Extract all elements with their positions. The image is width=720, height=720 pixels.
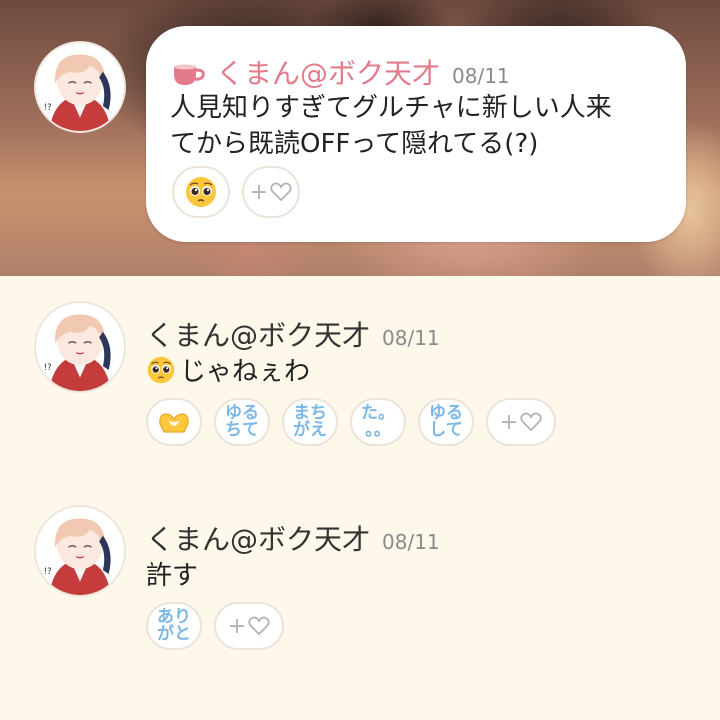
pleading-face-emoji	[147, 356, 175, 384]
post-text-line: 人見知りすぎてグルチャに新しい人来	[170, 93, 612, 123]
reaction-bar: ゆる ちて まち がえ た。 。。 ゆる して +	[146, 398, 568, 446]
reaction-bar: +	[172, 166, 312, 218]
add-reaction-label: +	[499, 409, 519, 435]
reaction-chip-pleading[interactable]	[172, 166, 230, 218]
add-reaction-label: +	[227, 613, 247, 639]
avatar[interactable]: !?	[34, 41, 126, 133]
message-date: 08/11	[382, 530, 440, 554]
message-row: くまん@ボク天才 08/11	[146, 314, 440, 354]
post-bubble[interactable]: くまん@ボク天才 08/11 人見知りすぎてグルチャに新しい人来 てから既読OF…	[146, 26, 686, 242]
svg-text:!?: !?	[44, 567, 52, 577]
post-date: 08/11	[452, 64, 510, 88]
username[interactable]: くまん@ボク天才	[146, 518, 370, 558]
heart-hands-emoji	[159, 413, 189, 433]
add-reaction-label: +	[249, 179, 269, 205]
username[interactable]: くまん@ボク天才	[216, 52, 440, 92]
post-header: くまん@ボク天才 08/11	[172, 52, 510, 92]
message-header: くまん@ボク天才 08/11	[146, 518, 440, 558]
stamp-chip[interactable]: ゆる ちて	[214, 398, 270, 446]
heart-outline-icon	[270, 182, 292, 202]
svg-text:!?: !?	[44, 103, 52, 113]
message-header: くまん@ボク天才 08/11	[146, 314, 440, 354]
message-text-body: 許す	[146, 561, 199, 591]
add-reaction-button[interactable]: +	[214, 602, 284, 650]
heart-outline-icon	[520, 412, 542, 432]
stamp-chip[interactable]: あり がと	[146, 602, 202, 650]
reaction-chip-heart-hands[interactable]	[146, 398, 202, 446]
stamp-chip[interactable]: まち がえ	[282, 398, 338, 446]
reaction-bar: あり がと +	[146, 602, 296, 650]
username[interactable]: くまん@ボク天才	[146, 314, 370, 354]
message-row: くまん@ボク天才 08/11	[146, 518, 440, 558]
post-text-line: てから既読OFFって隠れてる(?)	[170, 129, 539, 159]
stamp-chip[interactable]: た。 。。	[350, 398, 406, 446]
add-reaction-button[interactable]: +	[242, 166, 300, 218]
pleading-face-emoji	[186, 177, 216, 207]
message-text: じゃねぇわ	[146, 354, 310, 390]
avatar[interactable]: !?	[34, 505, 126, 597]
add-reaction-button[interactable]: +	[486, 398, 556, 446]
stamp-chip[interactable]: ゆる して	[418, 398, 474, 446]
message-text: 許す	[146, 558, 198, 594]
svg-text:!?: !?	[44, 363, 52, 373]
post-text: 人見知りすぎてグルチャに新しい人来 てから既読OFFって隠れてる(?)	[170, 90, 612, 162]
teacup-icon	[172, 61, 206, 87]
message-date: 08/11	[382, 326, 440, 350]
heart-outline-icon	[248, 616, 270, 636]
avatar[interactable]: !?	[34, 301, 126, 393]
message-text-body: じゃねぇわ	[180, 357, 311, 387]
